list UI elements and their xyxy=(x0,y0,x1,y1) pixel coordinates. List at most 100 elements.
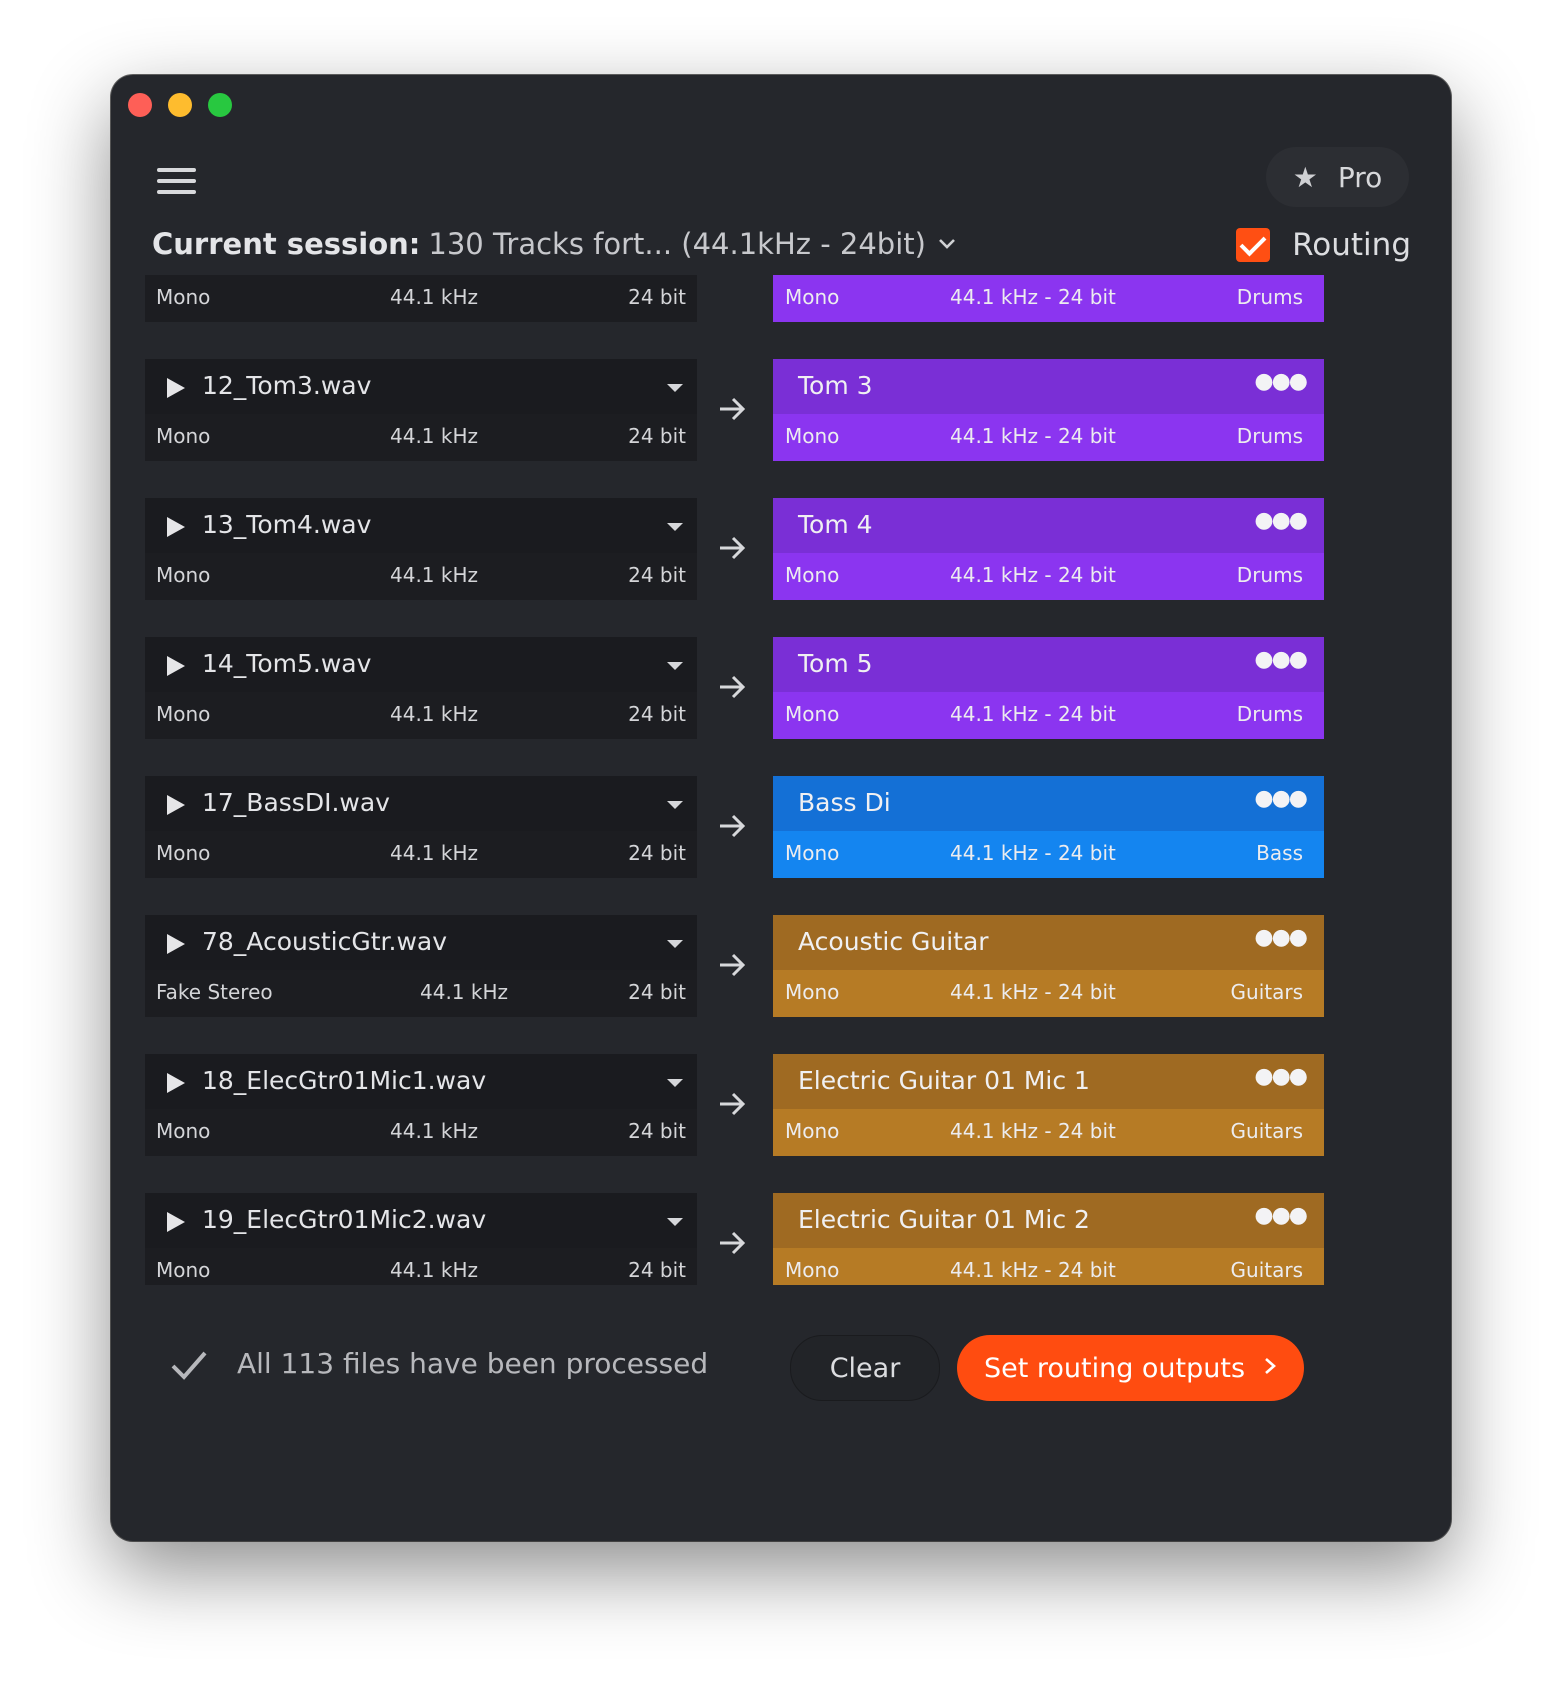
source-channel: Mono xyxy=(156,1119,211,1143)
more-options-icon[interactable]: ●●● xyxy=(1254,1064,1308,1089)
source-file-card[interactable]: 14_Tom5.wav Mono 44.1 kHz 24 bit xyxy=(145,637,697,739)
routing-list[interactable]: Mono 44.1 kHz 24 bit ●●● Mono 44.1 kHz -… xyxy=(111,275,1451,1285)
routing-row: 13_Tom4.wav Mono 44.1 kHz 24 bit Tom 4 ●… xyxy=(111,498,1451,600)
destination-track-card[interactable]: Bass Di ●●● Mono 44.1 kHz - 24 bit Bass xyxy=(773,776,1324,878)
source-sample-rate: 44.1 kHz xyxy=(390,1258,479,1282)
dropdown-arrow-icon[interactable] xyxy=(667,801,683,809)
more-options-icon[interactable]: ●●● xyxy=(1254,508,1308,533)
destination-group: Guitars xyxy=(1230,1258,1303,1282)
destination-track-name: Tom 3 xyxy=(798,371,873,400)
play-icon[interactable] xyxy=(167,1212,185,1232)
play-icon[interactable] xyxy=(167,1073,185,1093)
source-channel: Mono xyxy=(156,702,211,726)
source-sample-rate: 44.1 kHz xyxy=(390,841,479,865)
destination-track-card[interactable]: ●●● Mono 44.1 kHz - 24 bit Drums xyxy=(773,275,1324,322)
more-options-icon[interactable]: ●●● xyxy=(1254,647,1308,672)
checkmark-icon xyxy=(169,1345,209,1385)
destination-track-card[interactable]: Electric Guitar 01 Mic 2 ●●● Mono 44.1 k… xyxy=(773,1193,1324,1285)
source-file-card[interactable]: 13_Tom4.wav Mono 44.1 kHz 24 bit xyxy=(145,498,697,600)
destination-channel: Mono xyxy=(785,424,840,448)
chevron-down-icon xyxy=(938,234,956,255)
destination-track-name: Electric Guitar 01 Mic 1 xyxy=(798,1066,1090,1095)
dropdown-arrow-icon[interactable] xyxy=(667,384,683,392)
source-sample-rate: 44.1 kHz xyxy=(390,285,479,309)
source-file-name: 13_Tom4.wav xyxy=(202,510,372,539)
destination-track-name: Acoustic Guitar xyxy=(798,927,989,956)
source-file-name: 12_Tom3.wav xyxy=(202,371,372,400)
routing-toggle[interactable]: Routing xyxy=(1236,227,1411,263)
source-file-card[interactable]: 17_BassDI.wav Mono 44.1 kHz 24 bit xyxy=(145,776,697,878)
source-bit-depth: 24 bit xyxy=(628,841,686,865)
destination-track-card[interactable]: Tom 5 ●●● Mono 44.1 kHz - 24 bit Drums xyxy=(773,637,1324,739)
source-sample-rate: 44.1 kHz xyxy=(390,563,479,587)
source-file-name: 18_ElecGtr01Mic1.wav xyxy=(202,1066,487,1095)
source-file-card[interactable]: Mono 44.1 kHz 24 bit xyxy=(145,275,697,322)
destination-format: 44.1 kHz - 24 bit xyxy=(950,1258,1116,1282)
dropdown-arrow-icon[interactable] xyxy=(667,940,683,948)
destination-channel: Mono xyxy=(785,563,840,587)
arrow-right-icon xyxy=(717,533,747,563)
dropdown-arrow-icon[interactable] xyxy=(667,523,683,531)
play-icon[interactable] xyxy=(167,378,185,398)
destination-group: Drums xyxy=(1236,563,1303,587)
source-file-card[interactable]: 78_AcousticGtr.wav Fake Stereo 44.1 kHz … xyxy=(145,915,697,1017)
session-selector[interactable]: Current session: 130 Tracks fort... (44.… xyxy=(152,227,956,261)
source-bit-depth: 24 bit xyxy=(628,1119,686,1143)
destination-channel: Mono xyxy=(785,841,840,865)
maximize-window-button[interactable] xyxy=(208,93,232,117)
destination-track-name: Bass Di xyxy=(798,788,891,817)
pro-label: Pro xyxy=(1337,160,1383,194)
destination-channel: Mono xyxy=(785,980,840,1004)
destination-track-name: Tom 4 xyxy=(798,510,873,539)
set-routing-outputs-button[interactable]: Set routing outputs xyxy=(957,1335,1304,1401)
routing-row: 12_Tom3.wav Mono 44.1 kHz 24 bit Tom 3 ●… xyxy=(111,359,1451,461)
more-options-icon[interactable]: ●●● xyxy=(1254,925,1308,950)
dropdown-arrow-icon[interactable] xyxy=(667,1079,683,1087)
destination-track-card[interactable]: Acoustic Guitar ●●● Mono 44.1 kHz - 24 b… xyxy=(773,915,1324,1017)
pro-button[interactable]: ★ Pro xyxy=(1266,147,1409,207)
dropdown-arrow-icon[interactable] xyxy=(667,662,683,670)
minimize-window-button[interactable] xyxy=(168,93,192,117)
hamburger-menu-icon[interactable] xyxy=(157,167,197,197)
clear-button[interactable]: Clear xyxy=(790,1335,940,1401)
destination-group: Guitars xyxy=(1230,980,1303,1004)
source-sample-rate: 44.1 kHz xyxy=(390,1119,479,1143)
more-options-icon[interactable]: ●●● xyxy=(1254,786,1308,811)
play-icon[interactable] xyxy=(167,795,185,815)
source-channel: Fake Stereo xyxy=(156,980,273,1004)
destination-track-card[interactable]: Tom 4 ●●● Mono 44.1 kHz - 24 bit Drums xyxy=(773,498,1324,600)
more-options-icon[interactable]: ●●● xyxy=(1254,1203,1308,1228)
set-routing-label: Set routing outputs xyxy=(983,1352,1246,1384)
source-channel: Mono xyxy=(156,841,211,865)
source-bit-depth: 24 bit xyxy=(628,702,686,726)
play-icon[interactable] xyxy=(167,517,185,537)
star-icon: ★ xyxy=(1292,160,1318,194)
source-file-name: 14_Tom5.wav xyxy=(202,649,372,678)
destination-track-card[interactable]: Tom 3 ●●● Mono 44.1 kHz - 24 bit Drums xyxy=(773,359,1324,461)
routing-row: 18_ElecGtr01Mic1.wav Mono 44.1 kHz 24 bi… xyxy=(111,1054,1451,1156)
close-window-button[interactable] xyxy=(128,93,152,117)
destination-group: Bass xyxy=(1256,841,1303,865)
destination-track-card[interactable]: Electric Guitar 01 Mic 1 ●●● Mono 44.1 k… xyxy=(773,1054,1324,1156)
source-channel: Mono xyxy=(156,1258,211,1282)
arrow-right-icon xyxy=(717,1089,747,1119)
play-icon[interactable] xyxy=(167,934,185,954)
destination-format: 44.1 kHz - 24 bit xyxy=(950,980,1116,1004)
routing-row: Mono 44.1 kHz 24 bit ●●● Mono 44.1 kHz -… xyxy=(111,275,1451,322)
source-channel: Mono xyxy=(156,424,211,448)
destination-track-name: Electric Guitar 01 Mic 2 xyxy=(798,1205,1090,1234)
routing-checkbox[interactable] xyxy=(1236,228,1271,262)
dropdown-arrow-icon[interactable] xyxy=(667,1218,683,1226)
arrow-right-icon xyxy=(717,811,747,841)
more-options-icon[interactable]: ●●● xyxy=(1254,369,1308,394)
source-file-card[interactable]: 19_ElecGtr01Mic2.wav Mono 44.1 kHz 24 bi… xyxy=(145,1193,697,1285)
source-bit-depth: 24 bit xyxy=(628,980,686,1004)
arrow-right-icon xyxy=(717,1228,747,1258)
source-file-card[interactable]: 18_ElecGtr01Mic1.wav Mono 44.1 kHz 24 bi… xyxy=(145,1054,697,1156)
play-icon[interactable] xyxy=(167,656,185,676)
destination-channel: Mono xyxy=(785,1119,840,1143)
status-text: All 113 files have been processed xyxy=(237,1347,709,1380)
destination-channel: Mono xyxy=(785,702,840,726)
source-file-card[interactable]: 12_Tom3.wav Mono 44.1 kHz 24 bit xyxy=(145,359,697,461)
destination-group: Guitars xyxy=(1230,1119,1303,1143)
